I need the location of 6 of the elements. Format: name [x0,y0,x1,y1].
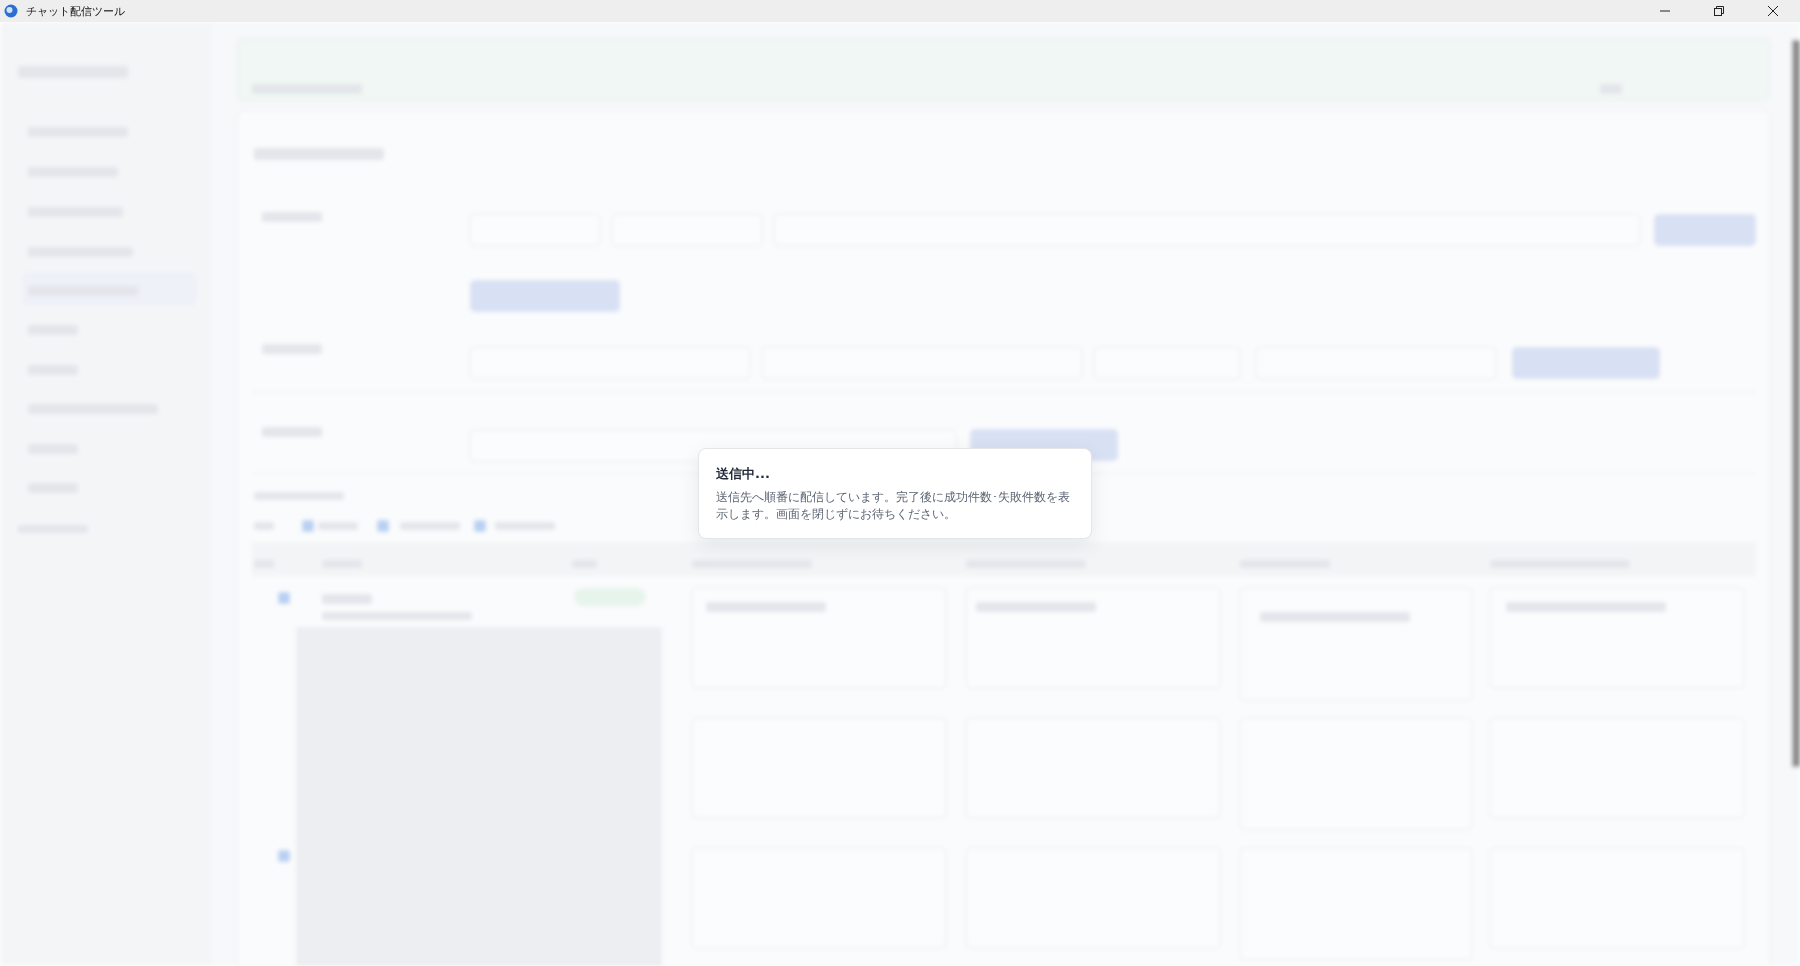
restore-icon[interactable] [1714,6,1724,16]
window-title: チャット配信ツール [26,3,125,19]
app-icon [4,4,18,18]
dialog-title: 送信中... [716,465,771,483]
close-icon[interactable] [1768,6,1778,16]
dialog-message: 送信先へ順番に配信しています。完了後に成功件数･失敗件数を表示します。画面を閉じずにお待ちください。 [716,489,1071,523]
